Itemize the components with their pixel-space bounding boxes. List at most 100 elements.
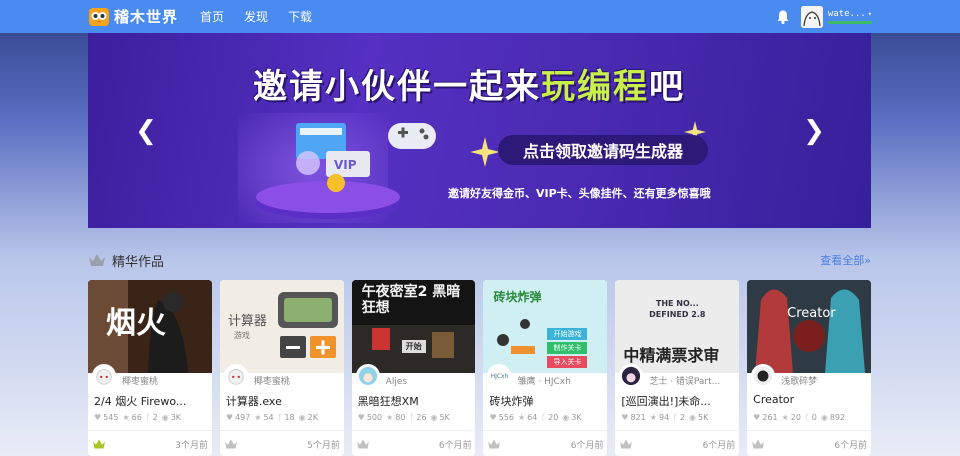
- nav-home[interactable]: 首页: [200, 8, 224, 25]
- work-title[interactable]: 黑暗狂想XM: [358, 393, 419, 409]
- carousel-next-arrow-icon[interactable]: ❯: [802, 116, 826, 146]
- author-name[interactable]: 芝士 · 错误Part...: [649, 374, 720, 387]
- fork-icon: ᚴ: [409, 413, 415, 422]
- author-name[interactable]: 浅歌碎梦: [781, 374, 817, 387]
- crown-icon: [224, 439, 237, 449]
- sparkle-icon: [470, 137, 500, 167]
- level-progress-bar: [827, 21, 872, 24]
- user-menu[interactable]: wate... ▾: [827, 9, 872, 24]
- work-title[interactable]: 计算器.exe: [226, 393, 282, 409]
- anime-avatar-icon: [622, 366, 641, 386]
- work-time: 5个月前: [307, 440, 340, 451]
- stat-forks: 0: [811, 413, 817, 422]
- thumb-title: 午夜密室2 黑暗狂想: [361, 284, 461, 316]
- thumb-make-level: 制作关卡: [547, 342, 588, 354]
- brand-logo[interactable]: 稽木世界: [88, 6, 178, 28]
- work-time: 6个月前: [702, 440, 736, 451]
- author-avatar[interactable]: HJCxh: [487, 364, 512, 388]
- stat-views: 5K: [439, 413, 450, 422]
- work-title[interactable]: 砖块炸弹: [489, 393, 533, 409]
- eye-icon: ◉: [562, 413, 570, 422]
- eye-icon: ◉: [161, 413, 169, 422]
- work-card[interactable]: Creator 浅歌碎梦 Creator ♥ 261 ★ 20 ᚴ0 ◉ 892 6个…: [747, 280, 871, 456]
- stat-stars: 64: [527, 413, 538, 422]
- crown-icon: [356, 439, 369, 449]
- work-thumbnail: 砖块炸弹 开始游戏 制作关卡 导入关卡: [483, 280, 608, 373]
- user-avatar[interactable]: [800, 5, 823, 28]
- card-divider: [219, 430, 344, 431]
- work-time: 6个月前: [438, 440, 472, 451]
- work-card[interactable]: 午夜密室2 黑暗狂想 开始 Aljes 黑暗狂想XM ♥ 500 ★ 80 ᚴ 26 …: [351, 280, 476, 456]
- heart-icon: ♥: [489, 413, 497, 422]
- thumb-title: 计算器: [227, 314, 267, 329]
- see-all-link[interactable]: 查看全部»: [820, 252, 871, 268]
- fork-icon: ᚴ: [145, 413, 151, 422]
- top-nav-bar: 稽木世界 首页 发现 下载 wate... ▾: [0, 0, 960, 33]
- author-avatar[interactable]: [751, 364, 776, 388]
- cat-avatar-icon: [96, 369, 112, 385]
- author-avatar[interactable]: [92, 364, 116, 388]
- thumb-menu: 开始游戏 制作关卡 导入关卡: [547, 328, 588, 368]
- thumb-title: 烟火: [106, 306, 166, 341]
- work-title[interactable]: 2/4 烟火 Firewo...: [94, 393, 186, 409]
- work-card[interactable]: 计算器 游戏 椰枣蜜桃 计算器.exe ♥ 497 ★ 54 ᚴ 18 ◉ 2K…: [219, 280, 344, 456]
- stat-stars: 94: [658, 413, 670, 422]
- star-icon: ★: [649, 413, 657, 422]
- stat-forks: 18: [284, 413, 295, 422]
- svg-text:VIP: VIP: [334, 158, 357, 172]
- work-card[interactable]: 砖块炸弹 开始游戏 制作关卡 导入关卡 HJCxh 雏鹰 · HJCxh 砖块炸…: [483, 280, 608, 456]
- heart-icon: ♥: [225, 413, 233, 422]
- anime-avatar-icon: [754, 366, 773, 386]
- fork-icon: ᚴ: [804, 413, 810, 422]
- work-card[interactable]: 烟火 椰枣蜜桃 2/4 烟火 Firewo... ♥ 545 ★ 66 ᚴ2 ◉ 3K…: [88, 280, 212, 456]
- chevron-down-icon: ▾: [867, 10, 872, 18]
- brand-name: 稽木世界: [114, 8, 179, 26]
- work-title[interactable]: Creator: [753, 393, 794, 406]
- crown-icon: [89, 254, 105, 266]
- thumb-title: 中精满票求审: [623, 346, 720, 365]
- banner-title: 邀请小伙伴一起来玩编程吧: [253, 59, 685, 108]
- fork-icon: ᚴ: [673, 413, 678, 422]
- stat-likes: 545: [103, 413, 119, 422]
- promo-banner[interactable]: VIP 邀请小伙伴一起来玩编程吧 点击领取邀请码生成器 邀请好友得金币、VIP卡…: [88, 33, 871, 228]
- author-name[interactable]: Aljes: [386, 377, 407, 387]
- author-name[interactable]: 雏鹰 · HJCxh: [517, 374, 570, 387]
- stat-likes: 500: [366, 413, 383, 422]
- get-invite-code-button[interactable]: 点击领取邀请码生成器: [498, 135, 708, 165]
- work-stats: ♥ 497 ★ 54 ᚴ 18 ◉ 2K: [226, 413, 322, 422]
- card-divider: [88, 430, 212, 431]
- stat-likes: 261: [762, 413, 778, 422]
- fork-icon: ᚴ: [277, 413, 283, 422]
- work-title[interactable]: [巡回演出!]未命...: [621, 393, 710, 409]
- nav-discover[interactable]: 发现: [244, 8, 268, 25]
- nav-download[interactable]: 下载: [288, 8, 312, 25]
- crown-icon: [488, 439, 501, 449]
- work-card[interactable]: THE NO... DEFINED 2.8 中精满票求审 芝士 · 错误Part…: [615, 280, 740, 456]
- banner-title-part1: 邀请小伙伴一起来: [253, 67, 541, 107]
- author-avatar[interactable]: [355, 364, 380, 388]
- stat-forks: 2: [152, 413, 158, 422]
- stat-stars: 66: [131, 413, 142, 422]
- thumb-top-text: THE NO... DEFINED 2.8: [649, 299, 706, 319]
- bell-icon[interactable]: [775, 9, 791, 25]
- stat-likes: 556: [498, 413, 514, 422]
- card-divider: [351, 430, 476, 431]
- work-thumbnail: 计算器 游戏: [219, 280, 344, 373]
- banner-title-part2: 吧: [649, 67, 685, 107]
- stat-forks: 2: [679, 413, 686, 422]
- stat-likes: 497: [235, 413, 251, 422]
- user-area: wate... ▾: [775, 0, 872, 33]
- featured-works-list: 烟火 椰枣蜜桃 2/4 烟火 Firewo... ♥ 545 ★ 66 ᚴ2 ◉ 3K…: [88, 280, 871, 456]
- work-stats: ♥ 261 ★ 20 ᚴ0 ◉ 892: [753, 413, 849, 422]
- author-name[interactable]: 椰枣蜜桃: [122, 374, 158, 387]
- carousel-prev-arrow-icon[interactable]: ❮: [134, 116, 158, 146]
- work-thumbnail: Creator: [747, 280, 871, 373]
- work-time: 6个月前: [570, 440, 604, 451]
- eye-icon: ◉: [298, 413, 306, 422]
- crown-icon: [93, 439, 105, 449]
- author-avatar[interactable]: [619, 364, 644, 388]
- stat-views: 3K: [170, 413, 182, 422]
- stat-views: 2K: [307, 413, 318, 422]
- author-name[interactable]: 椰枣蜜桃: [254, 374, 290, 387]
- author-avatar[interactable]: [223, 364, 248, 388]
